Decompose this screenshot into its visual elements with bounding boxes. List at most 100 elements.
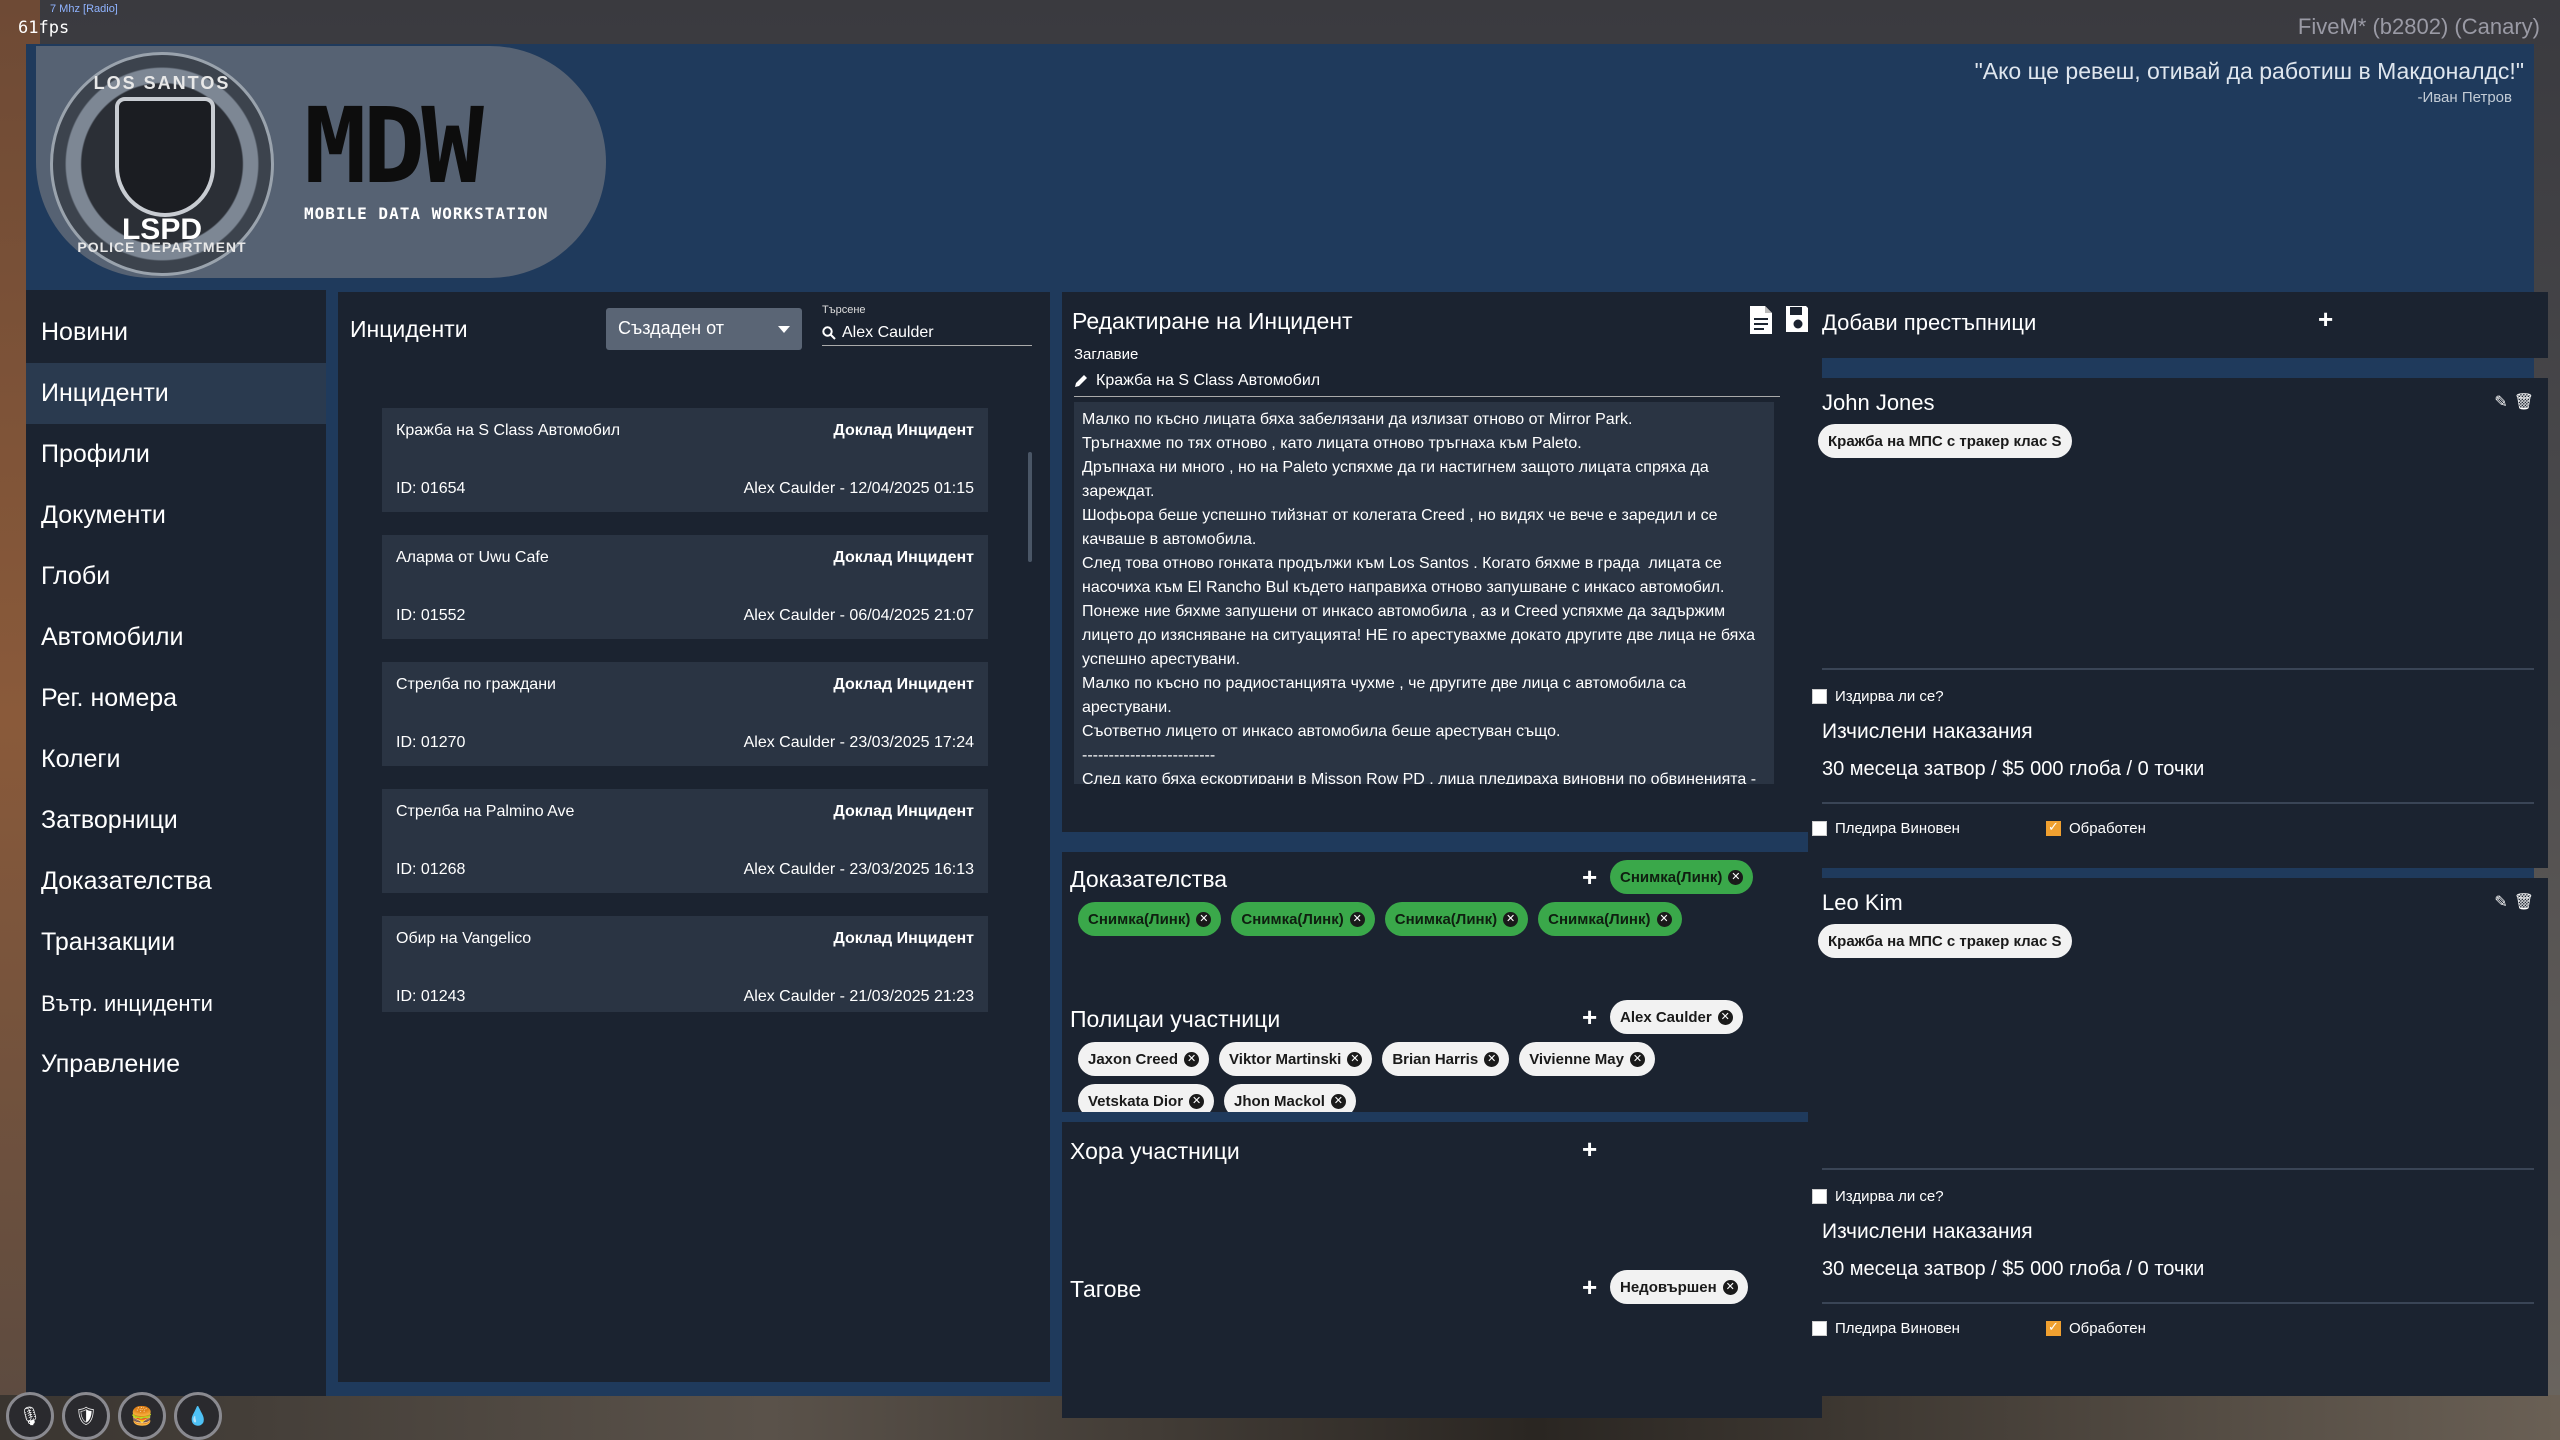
trash-icon[interactable]: 🗑: [2514, 892, 2534, 912]
checkbox-icon[interactable]: [1812, 1189, 1827, 1204]
nav-item-transactions[interactable]: Транзакции: [26, 912, 326, 973]
nav-item-evidence[interactable]: Доказателства: [26, 851, 326, 912]
close-icon[interactable]: ✕: [1656, 911, 1672, 927]
divider: [1822, 668, 2534, 670]
fps-counter: 61fps: [18, 18, 70, 38]
nav-item-colleagues[interactable]: Колеги: [26, 729, 326, 790]
criminal-card: Leo Kim ✎ 🗑 Кражба на МПС с тракер клас S…: [1808, 878, 2548, 1396]
checkbox-icon[interactable]: [1812, 1321, 1827, 1336]
evidence-chip-label: Снимка(Линк): [1548, 910, 1651, 928]
nav-item-vehicles[interactable]: Автомобили: [26, 607, 326, 668]
close-icon[interactable]: ✕: [1349, 911, 1365, 927]
nav-item-plates[interactable]: Рег. номера: [26, 668, 326, 729]
header-quote: "Ако ще ревеш, отивай да работиш в Макдо…: [1975, 58, 2524, 106]
search-input[interactable]: Alex Caulder: [842, 324, 934, 342]
incident-card[interactable]: Аларма от Uwu Cafe Доклад Инцидент ID: 01…: [382, 535, 988, 639]
officer-chip[interactable]: Jhon Mackol ✕: [1224, 1084, 1356, 1112]
evidence-chip[interactable]: Снимка(Линк) ✕: [1384, 902, 1529, 936]
close-icon[interactable]: ✕: [1184, 1051, 1200, 1067]
add-tag-button[interactable]: +: [1582, 1272, 1597, 1303]
close-icon[interactable]: ✕: [1347, 1051, 1363, 1067]
penalty-title: Изчислени наказания: [1822, 720, 2033, 743]
incident-title: Кражба на S Class Автомобил: [396, 422, 621, 439]
incident-card[interactable]: Обир на Vangelico Доклад Инцидент ID: 012…: [382, 916, 988, 1012]
charge-chip[interactable]: Кражба на МПС с тракер клас S: [1818, 424, 2072, 458]
evidence-chip[interactable]: Снимка(Линк) ✕: [1538, 902, 1682, 936]
incidents-panel: Инциденти Създаден от Търсене Alex Cauld…: [338, 292, 1050, 1382]
incident-title-field[interactable]: Кражба на S Class Автомобил: [1074, 372, 1780, 397]
officer-chip-label: Jhon Mackol: [1234, 1092, 1325, 1110]
filter-select[interactable]: Създаден от: [606, 308, 802, 350]
edit-icon[interactable]: ✎: [2494, 892, 2507, 912]
incident-title: Аларма от Uwu Cafe: [396, 549, 549, 566]
microphone-icon: 🎙: [6, 1392, 54, 1440]
incident-card[interactable]: Стрелба на Palmino Ave Доклад Инцидент ID…: [382, 789, 988, 893]
wanted-label: Издирва ли се?: [1835, 1188, 1944, 1205]
close-icon[interactable]: ✕: [1503, 911, 1519, 927]
nav-item-management[interactable]: Управление: [26, 1034, 326, 1095]
evidence-chip-label: Снимка(Линк): [1088, 910, 1191, 928]
incident-type: Доклад Инцидент: [833, 549, 974, 566]
list-scrollbar[interactable]: [1028, 452, 1032, 562]
close-icon[interactable]: ✕: [1717, 1009, 1733, 1025]
close-icon[interactable]: ✕: [1728, 869, 1744, 885]
incident-title: Стрелба по граждани: [396, 676, 556, 693]
incidents-title: Инциденти: [350, 316, 468, 342]
incident-id: ID: 01243: [396, 988, 466, 1005]
nav-item-fines[interactable]: Глоби: [26, 546, 326, 607]
processed-label: Обработен: [2069, 1320, 2146, 1337]
evidence-chip[interactable]: Снимка(Линк) ✕: [1078, 902, 1222, 936]
processed-checkbox[interactable]: Обработен: [2046, 819, 2146, 837]
nav-item-documents[interactable]: Документи: [26, 485, 326, 546]
officer-chip[interactable]: Alex Caulder ✕: [1610, 1000, 1743, 1034]
add-evidence-button[interactable]: +: [1582, 862, 1597, 893]
edit-icon[interactable]: ✎: [2494, 392, 2507, 412]
nav-item-incidents[interactable]: Инциденти: [26, 363, 326, 424]
evidence-chip[interactable]: Снимка(Линк) ✕: [1610, 860, 1754, 894]
trash-icon[interactable]: 🗑: [2514, 392, 2534, 412]
app-title: MDW: [304, 85, 484, 207]
officer-chip[interactable]: Jaxon Creed ✕: [1078, 1042, 1210, 1076]
evidence-chip[interactable]: Снимка(Линк) ✕: [1231, 902, 1375, 936]
checkbox-checked-icon[interactable]: [2046, 819, 2061, 836]
nav-item-internal-incidents[interactable]: Вътр. инциденти: [26, 973, 326, 1034]
people-title: Хора участници: [1070, 1138, 1240, 1164]
chevron-down-icon: [778, 326, 790, 333]
officer-chip[interactable]: Viktor Martinski ✕: [1219, 1042, 1373, 1076]
wanted-checkbox[interactable]: Издирва ли се?: [1812, 688, 1944, 705]
nav-item-news[interactable]: Новини: [26, 302, 326, 363]
nav-item-prisoners[interactable]: Затворници: [26, 790, 326, 851]
nav-item-profiles[interactable]: Профили: [26, 424, 326, 485]
guilty-checkbox[interactable]: Пледира Виновен: [1812, 1320, 1960, 1337]
close-icon[interactable]: ✕: [1484, 1051, 1500, 1067]
close-icon[interactable]: ✕: [1629, 1051, 1645, 1067]
officer-chip[interactable]: Brian Harris ✕: [1382, 1042, 1510, 1076]
add-criminal-button[interactable]: +: [2318, 304, 2333, 335]
incident-card[interactable]: Стрелба по граждани Доклад Инцидент ID: 0…: [382, 662, 988, 766]
badge-text-top: LOS SANTOS: [93, 73, 231, 93]
document-icon[interactable]: [1748, 304, 1774, 336]
search-field[interactable]: Търсене Alex Caulder: [822, 304, 1032, 346]
tag-chip[interactable]: Недовършен ✕: [1610, 1270, 1748, 1304]
guilty-checkbox[interactable]: Пледира Виновен: [1812, 820, 1960, 837]
close-icon[interactable]: ✕: [1189, 1093, 1205, 1109]
close-icon[interactable]: ✕: [1330, 1093, 1346, 1109]
officer-chip-label: Vivienne May: [1529, 1050, 1624, 1068]
charge-chip[interactable]: Кражба на МПС с тракер клас S: [1818, 924, 2072, 958]
add-person-button[interactable]: +: [1582, 1134, 1597, 1165]
report-textarea[interactable]: Малко по късно лицата бяха забелязани да…: [1074, 402, 1774, 784]
checkbox-icon[interactable]: [1812, 821, 1827, 836]
checkbox-icon[interactable]: [1812, 689, 1827, 704]
checkbox-checked-icon[interactable]: [2046, 1319, 2061, 1336]
close-icon[interactable]: ✕: [1722, 1279, 1738, 1295]
incident-card[interactable]: Кражба на S Class Автомобил Доклад Инциде…: [382, 408, 988, 512]
officer-chip[interactable]: Vetskata Dior ✕: [1078, 1084, 1215, 1112]
processed-checkbox[interactable]: Обработен: [2046, 1319, 2146, 1337]
wanted-checkbox[interactable]: Издирва ли се?: [1812, 1188, 1944, 1205]
incident-title-input[interactable]: Кражба на S Class Автомобил: [1096, 372, 1320, 390]
add-officer-button[interactable]: +: [1582, 1002, 1597, 1033]
tags-panel: Тагове + Недовършен ✕: [1062, 1260, 1822, 1418]
close-icon[interactable]: ✕: [1196, 911, 1212, 927]
criminal-name: John Jones: [1822, 390, 1935, 415]
officer-chip[interactable]: Vivienne May ✕: [1519, 1042, 1655, 1076]
